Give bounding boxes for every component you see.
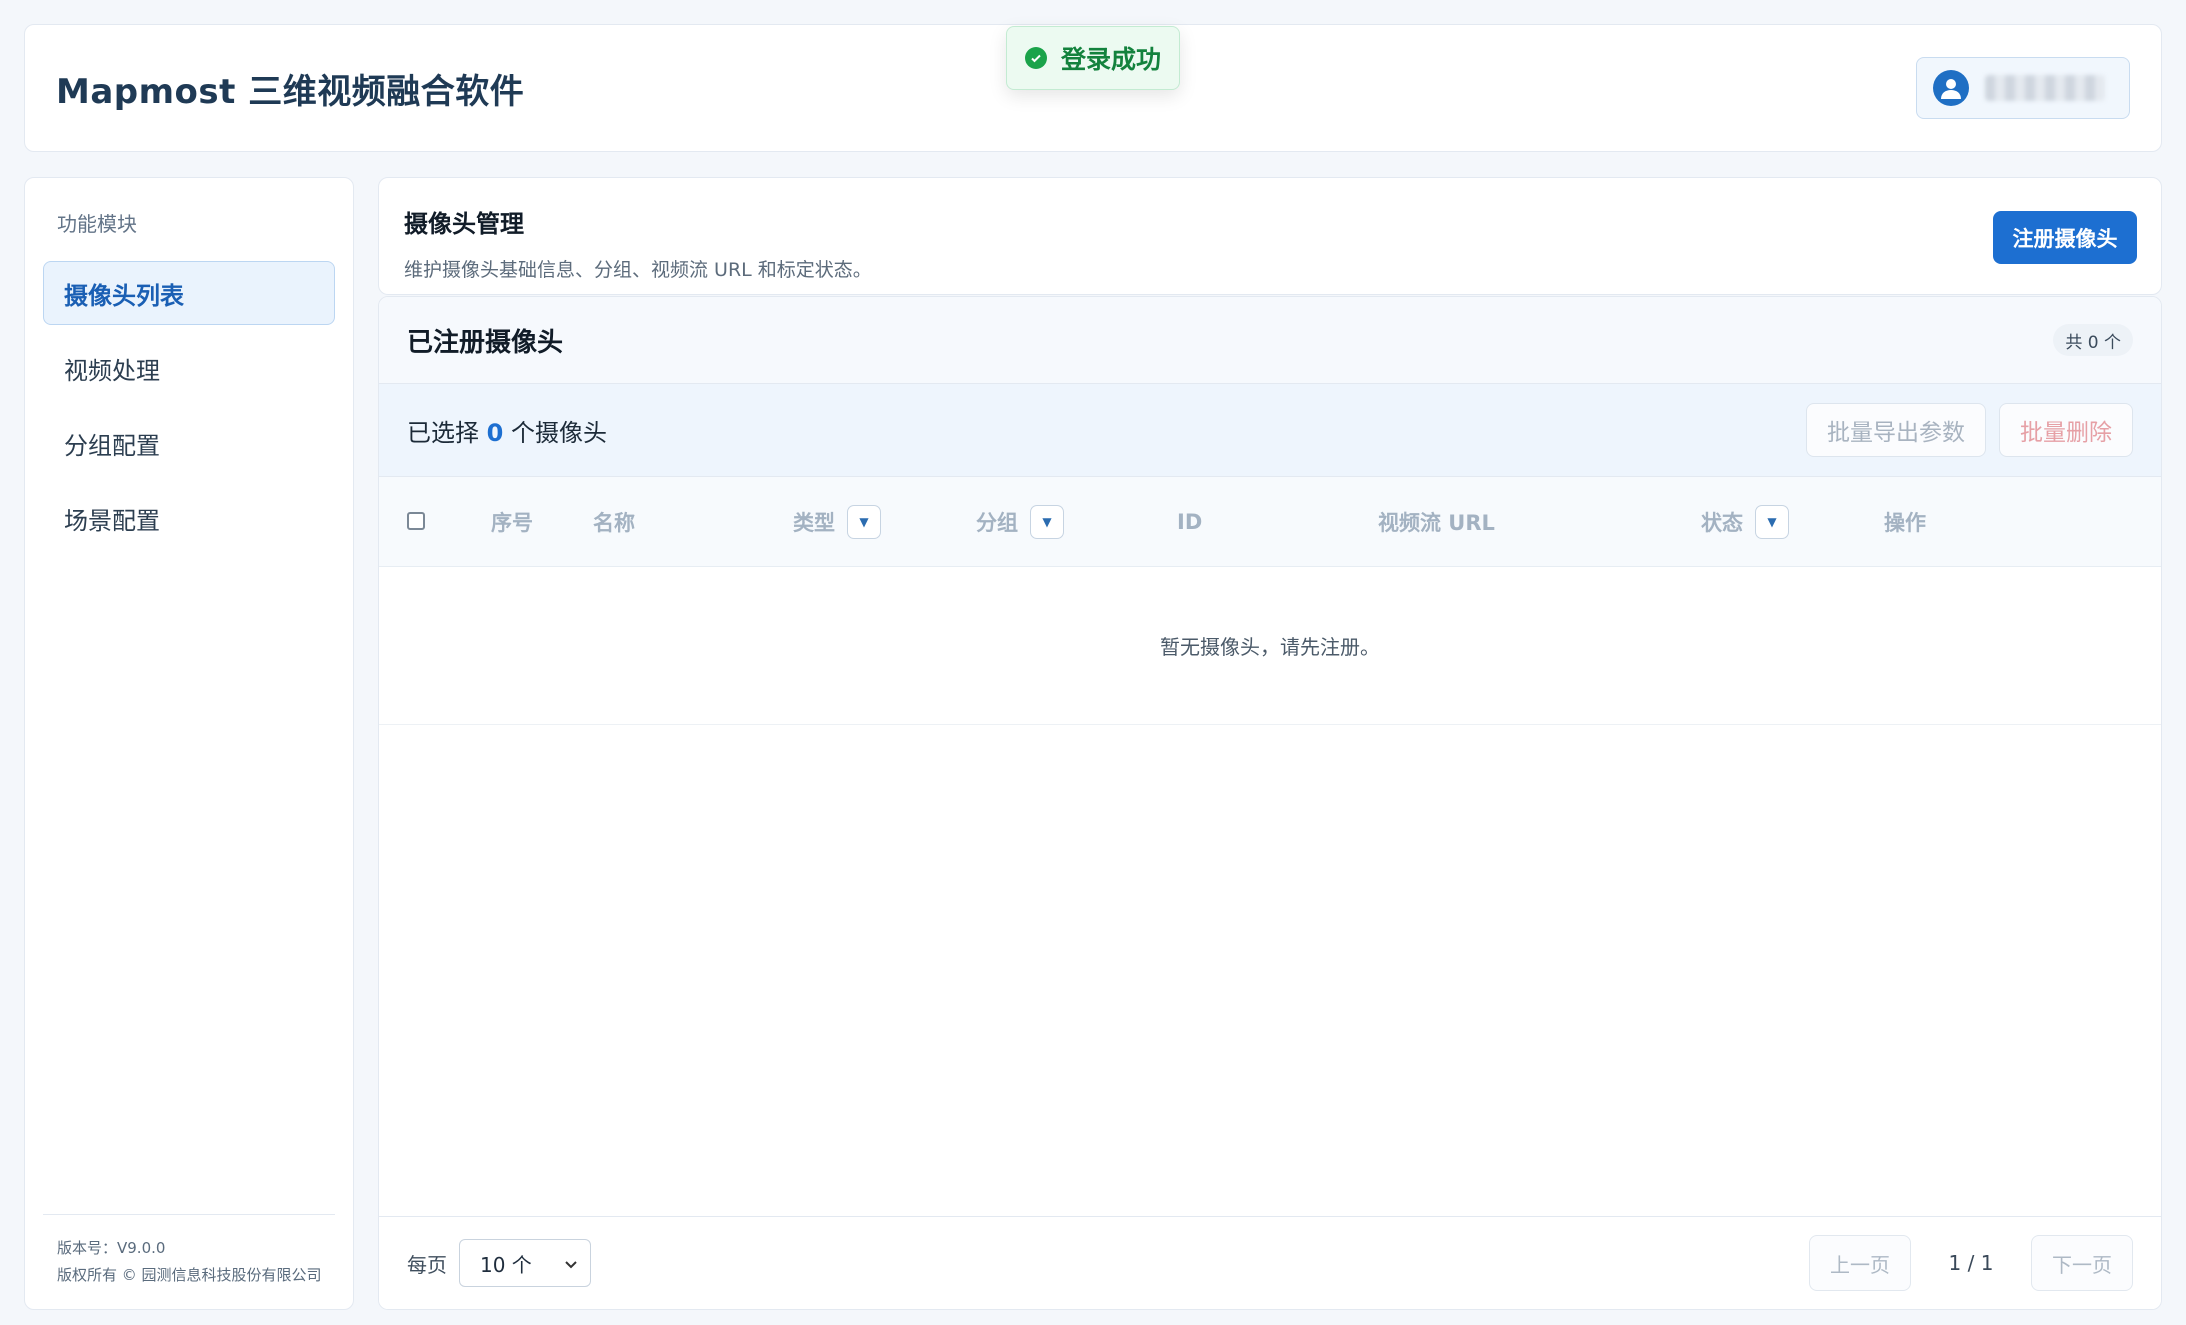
column-status-label: 状态 (1701, 511, 1743, 535)
column-id: ID (1177, 477, 1202, 567)
sidebar-item-video-processing[interactable]: 视频处理 (43, 336, 335, 400)
selection-prefix: 已选择 (407, 418, 479, 447)
batch-export-button[interactable]: 批量导出参数 (1806, 403, 1986, 457)
copyright-text: 版权所有 © 园测信息科技股份有限公司 (57, 1266, 322, 1284)
prev-page-button[interactable]: 上一页 (1809, 1235, 1911, 1291)
page-title: 摄像头管理 (404, 210, 524, 238)
app-title: Mapmost 三维视频融合软件 (56, 71, 525, 112)
table-header: 序号 名称 类型 ▼ 分组 ▼ ID 视频流 URL 状态 ▼ 操作 (379, 477, 2161, 567)
panel-header: 已注册摄像头 共 0 个 (379, 297, 2161, 384)
user-name-redacted (1985, 75, 2105, 101)
batch-delete-button[interactable]: 批量删除 (1999, 403, 2133, 457)
empty-state: 暂无摄像头，请先注册。 (379, 567, 2161, 725)
version-text: 版本号：V9.0.0 (57, 1239, 166, 1257)
sidebar-item-camera-list[interactable]: 摄像头列表 (43, 261, 335, 325)
selection-text: 已选择 0 个摄像头 (407, 413, 607, 448)
column-type: 类型 ▼ (793, 477, 881, 567)
select-all-checkbox[interactable] (407, 512, 425, 530)
user-menu[interactable] (1916, 57, 2130, 119)
page-description: 维护摄像头基础信息、分组、视频流 URL 和标定状态。 (404, 259, 872, 281)
page-indicator: 1 / 1 (1948, 1251, 1994, 1275)
sidebar-item-group-config[interactable]: 分组配置 (43, 411, 335, 475)
column-type-label: 类型 (793, 511, 835, 535)
column-actions-label: 操作 (1884, 511, 1926, 535)
type-filter-icon[interactable]: ▼ (847, 505, 881, 539)
sidebar-item-scene-config[interactable]: 场景配置 (43, 486, 335, 550)
per-page-value: 10 个 (480, 1252, 532, 1277)
column-group-label: 分组 (976, 511, 1018, 535)
group-filter-icon[interactable]: ▼ (1030, 505, 1064, 539)
sidebar-footer: 版本号：V9.0.0 版权所有 © 园测信息科技股份有限公司 (43, 1214, 335, 1289)
column-index: 序号 (491, 477, 533, 567)
column-group: 分组 ▼ (976, 477, 1064, 567)
pagination-bar: 每页 10 个 上一页 1 / 1 下一页 (379, 1216, 2161, 1309)
sidebar-heading: 功能模块 (57, 212, 137, 236)
page-header: 摄像头管理 维护摄像头基础信息、分组、视频流 URL 和标定状态。 注册摄像头 (378, 177, 2162, 295)
column-name: 名称 (593, 477, 635, 567)
column-name-label: 名称 (593, 511, 635, 535)
selection-count: 0 (486, 418, 504, 447)
toast-message: 登录成功 (1060, 45, 1161, 74)
next-page-button[interactable]: 下一页 (2031, 1235, 2133, 1291)
count-badge: 共 0 个 (2053, 324, 2133, 356)
user-avatar-icon (1933, 70, 1969, 106)
success-toast: 登录成功 (1006, 26, 1180, 90)
per-page-label: 每页 (407, 1252, 447, 1277)
column-url: 视频流 URL (1378, 477, 1495, 567)
column-actions: 操作 (1884, 477, 1926, 567)
per-page-select[interactable]: 10 个 (459, 1239, 591, 1287)
column-id-label: ID (1177, 510, 1203, 534)
sidebar: 功能模块 摄像头列表 视频处理 分组配置 场景配置 版本号：V9.0.0 版权所… (24, 177, 354, 1310)
chevron-down-icon (564, 1251, 578, 1275)
check-circle-icon (1024, 47, 1047, 69)
camera-table-panel: 已注册摄像头 共 0 个 已选择 0 个摄像头 批量导出参数 批量删除 序号 名… (378, 296, 2162, 1310)
column-status: 状态 ▼ (1701, 477, 1789, 567)
per-page-control: 每页 10 个 (407, 1239, 591, 1287)
register-camera-button[interactable]: 注册摄像头 (1993, 211, 2137, 264)
panel-title: 已注册摄像头 (407, 327, 564, 358)
pager: 上一页 1 / 1 下一页 (1809, 1235, 2133, 1291)
selection-suffix: 个摄像头 (510, 418, 607, 447)
column-url-label: 视频流 URL (1378, 511, 1495, 535)
batch-actions: 批量导出参数 批量删除 (1806, 403, 2133, 457)
selection-bar: 已选择 0 个摄像头 批量导出参数 批量删除 (379, 384, 2161, 477)
column-index-label: 序号 (491, 511, 533, 535)
status-filter-icon[interactable]: ▼ (1755, 505, 1789, 539)
